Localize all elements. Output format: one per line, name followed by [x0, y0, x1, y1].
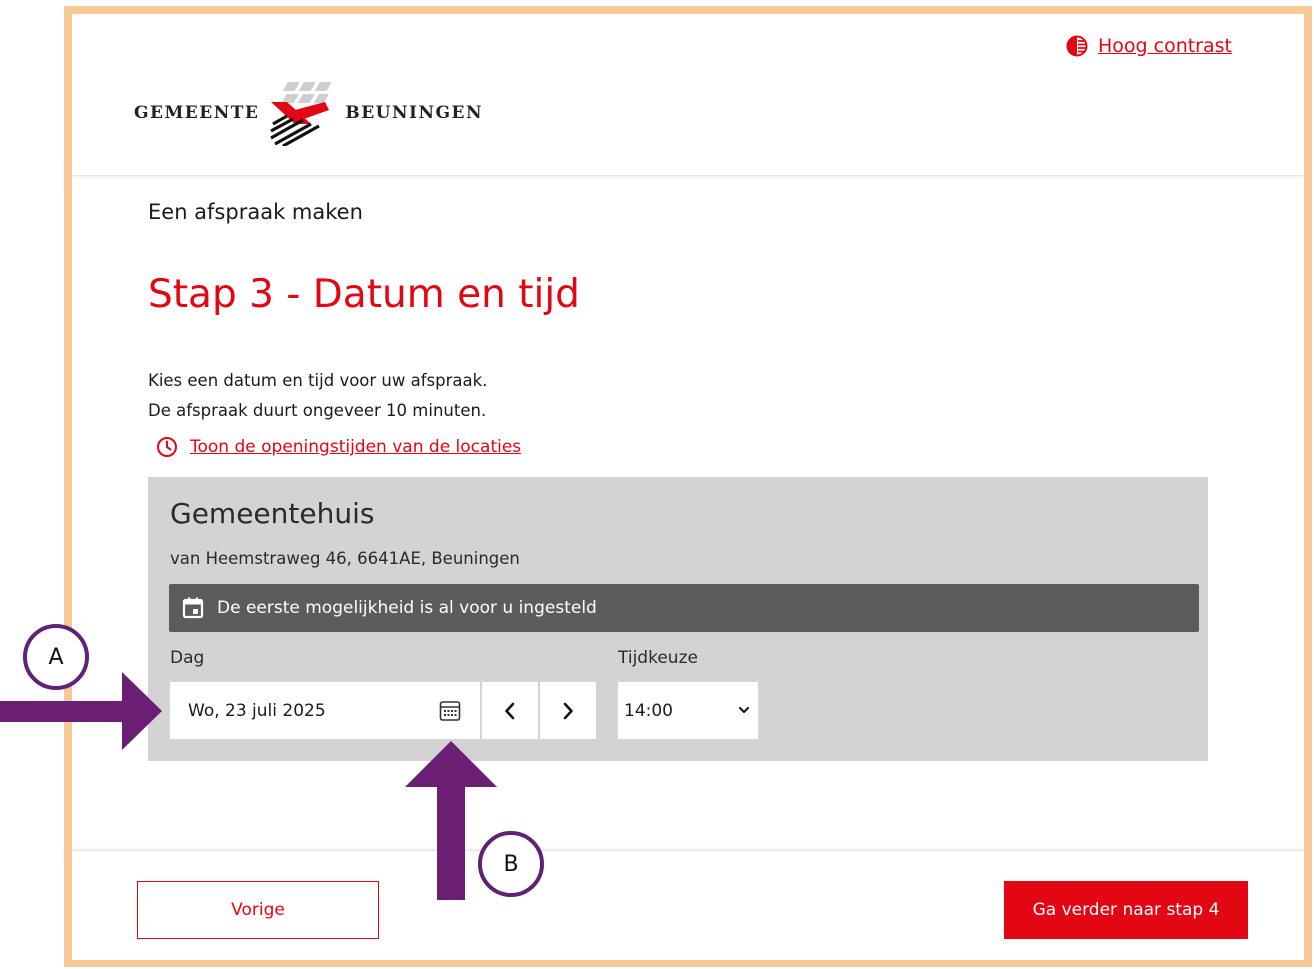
time-value: 14:00	[624, 700, 673, 721]
previous-day-button[interactable]	[482, 682, 538, 739]
chevron-down-icon	[739, 707, 749, 713]
first-availability-notice: De eerste mogelijkheid is al voor u inge…	[169, 584, 1199, 632]
appointment-page: Hoog contrast Gemeente	[72, 14, 1304, 960]
step-navigation-footer: Vorige Ga verder naar stap 4	[72, 850, 1304, 960]
previous-step-button[interactable]: Vorige	[137, 881, 379, 939]
high-contrast-toggle[interactable]: Hoog contrast	[1066, 35, 1232, 57]
opening-hours-link[interactable]: Toon de openingstijden van de locaties	[156, 436, 521, 458]
time-label: Tijdkeuze	[618, 648, 698, 668]
next-step-button[interactable]: Ga verder naar stap 4	[1004, 881, 1248, 939]
day-label: Dag	[170, 648, 205, 668]
intro-line-2: De afspraak duurt ongeveer 10 minuten.	[148, 401, 487, 420]
location-address: van Heemstraweg 46, 6641AE, Beuningen	[170, 549, 520, 568]
notice-text: De eerste mogelijkheid is al voor u inge…	[217, 598, 597, 618]
date-input[interactable]: Wo, 23 juli 2025	[170, 682, 480, 739]
site-header: Hoog contrast Gemeente	[72, 14, 1304, 176]
location-panel: Gemeentehuis van Heemstraweg 46, 6641AE,…	[148, 477, 1208, 761]
date-value: Wo, 23 juli 2025	[188, 700, 326, 721]
contrast-icon	[1066, 35, 1088, 57]
opening-hours-label: Toon de openingstijden van de locaties	[190, 437, 522, 457]
date-picker-calendar-icon[interactable]	[438, 699, 462, 723]
gemeente-beuningen-logo[interactable]: Gemeente	[134, 80, 483, 146]
calendar-icon	[182, 597, 204, 619]
intro-line-1: Kies een datum en tijd voor uw afspraak.	[148, 371, 488, 390]
logo-text-right: Beuningen	[345, 103, 484, 123]
location-name: Gemeentehuis	[170, 497, 375, 530]
page-title: Stap 3 - Datum en tijd	[148, 272, 580, 317]
marker-a: A	[23, 624, 89, 690]
chevron-left-icon	[505, 702, 515, 719]
clock-icon	[157, 437, 177, 457]
logo-emblem-icon	[270, 82, 333, 146]
next-day-button[interactable]	[540, 682, 596, 739]
marker-b: B	[478, 831, 544, 897]
time-select[interactable]: 14:00	[618, 682, 758, 739]
page-eyebrow: Een afspraak maken	[148, 200, 363, 224]
logo-text-left: Gemeente	[134, 103, 260, 123]
chevron-right-icon	[563, 702, 573, 719]
intro-text: Kies een datum en tijd voor uw afspraak.…	[148, 366, 487, 426]
high-contrast-label: Hoog contrast	[1097, 35, 1232, 57]
